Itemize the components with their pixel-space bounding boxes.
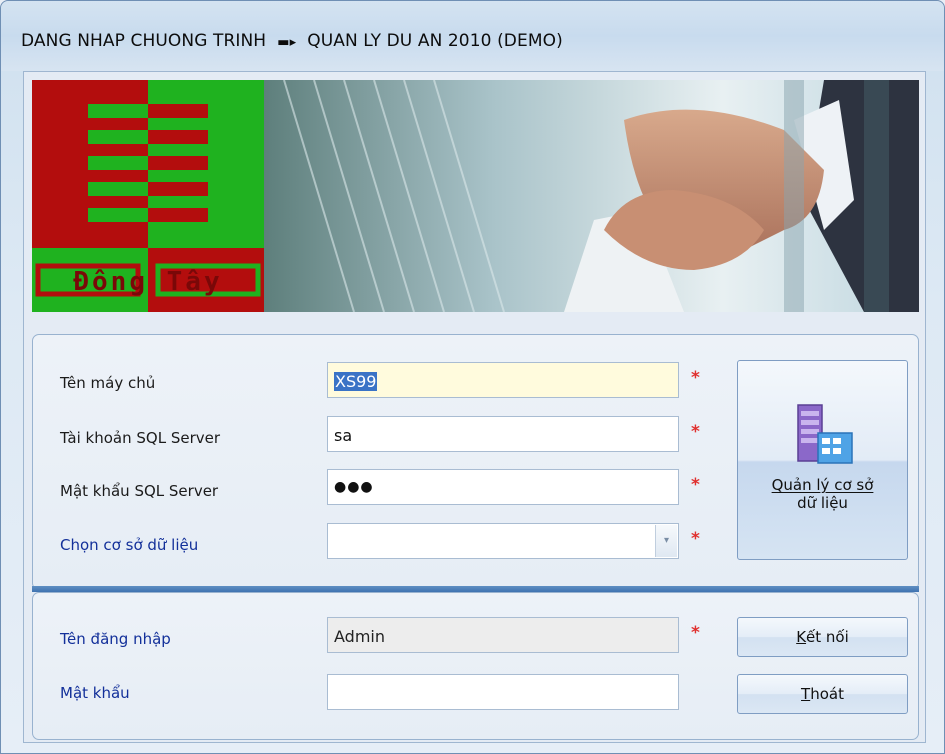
handshake-image xyxy=(264,80,919,312)
connect-button[interactable]: Kết nối xyxy=(737,617,908,657)
username-input[interactable]: Admin xyxy=(327,617,679,653)
database-server-icon xyxy=(797,404,853,464)
database-label: Chọn cơ sở dữ liệu xyxy=(60,536,199,554)
sql-password-input[interactable]: ●●● xyxy=(327,469,679,505)
company-logo: Đông Tây xyxy=(32,80,264,312)
title-left: DANG NHAP CHUONG TRINH xyxy=(21,31,267,51)
title-bar[interactable]: DANG NHAP CHUONG TRINH ▬▸ QUAN LY DU AN … xyxy=(1,1,944,71)
login-window: DANG NHAP CHUONG TRINH ▬▸ QUAN LY DU AN … xyxy=(0,0,945,754)
server-name-input[interactable]: XS99 xyxy=(327,362,679,398)
username-value: Admin xyxy=(334,627,385,646)
username-required: * xyxy=(691,623,700,643)
sql-password-value: ●●● xyxy=(334,479,374,495)
sql-account-required: * xyxy=(691,422,700,442)
server-name-required: * xyxy=(691,368,700,388)
connect-label: ết nối xyxy=(806,628,849,646)
logo-text: Đông Tây xyxy=(73,267,222,297)
login-panel xyxy=(32,592,919,740)
password-input[interactable] xyxy=(327,674,679,710)
sql-password-required: * xyxy=(691,475,700,495)
header-banner: Đông Tây xyxy=(32,80,919,312)
manage-database-label: Quản lý cơ sở dữ liệu xyxy=(738,476,907,512)
manage-database-line2: dữ liệu xyxy=(797,494,848,512)
server-name-label: Tên máy chủ xyxy=(60,374,156,392)
sql-account-input[interactable]: sa xyxy=(327,416,679,452)
sql-password-label: Mật khẩu SQL Server xyxy=(60,482,219,500)
window-title: DANG NHAP CHUONG TRINH ▬▸ QUAN LY DU AN … xyxy=(21,31,563,51)
server-name-value: XS99 xyxy=(334,372,378,391)
chevron-down-icon[interactable]: ▾ xyxy=(655,525,677,557)
exit-mnemonic: T xyxy=(801,685,811,703)
client-area: Đông Tây Tên máy chủ XS99 * Tài khoản SQ… xyxy=(23,71,926,743)
manage-database-line1: Quản lý cơ sở xyxy=(771,476,874,494)
sql-account-label: Tài khoản SQL Server xyxy=(60,429,221,447)
sql-account-value: sa xyxy=(334,426,353,445)
title-arrow-icon: ▬▸ xyxy=(277,35,297,50)
database-select[interactable]: ▾ xyxy=(327,523,679,559)
connect-mnemonic: K xyxy=(796,628,807,646)
manage-database-button[interactable]: Quản lý cơ sở dữ liệu xyxy=(737,360,908,560)
password-label: Mật khẩu xyxy=(60,684,130,702)
exit-button[interactable]: Thoát xyxy=(737,674,908,714)
exit-label: hoát xyxy=(810,685,844,703)
title-right: QUAN LY DU AN 2010 (DEMO) xyxy=(307,31,563,51)
username-label: Tên đăng nhập xyxy=(60,630,171,648)
database-required: * xyxy=(691,529,700,549)
